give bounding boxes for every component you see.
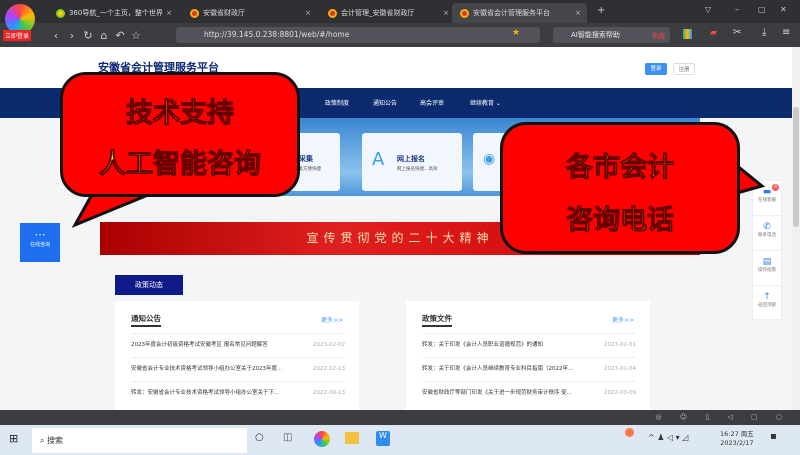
search-icon: ⌕ [40, 436, 48, 445]
notification-icon[interactable]: ▪ [770, 431, 777, 442]
clock[interactable]: 16:27 周五 2023/2/17 [720, 430, 754, 448]
left-callout: 技术支持 人工智能咨询 [60, 72, 300, 197]
taskbar-search[interactable]: ⌕ 搜索 [32, 428, 247, 453]
callout-line: 各市会计 [566, 152, 675, 184]
browser-status-bar: ◎ ☺ ▯ ◁ ▢ ○ [0, 410, 800, 425]
tray-icons[interactable]: ^ ♟ ◁ ▾ ◿ [648, 433, 688, 442]
wps-icon[interactable]: W [376, 431, 390, 446]
callout-line: 咨询电话 [566, 205, 675, 237]
callout-line: 技术支持 [126, 98, 235, 130]
time: 16:27 周五 [720, 430, 754, 438]
right-callout: 各市会计 咨询电话 [500, 122, 740, 254]
callout-line: 人工智能咨询 [99, 149, 262, 181]
tray-app-icon[interactable] [625, 428, 634, 437]
task-view-icon[interactable]: ○ [255, 432, 264, 443]
date: 2023/2/17 [720, 439, 754, 447]
browser-taskbar-icon[interactable] [314, 431, 330, 447]
file-explorer-icon[interactable] [345, 432, 359, 444]
search-label: 搜索 [47, 436, 64, 445]
windows-start-icon[interactable]: ⊞ [9, 432, 18, 445]
widgets-icon[interactable]: ◫ [283, 432, 292, 443]
taskbar: ⊞ ⌕ 搜索 ○ ◫ W ^ ♟ ◁ ▾ ◿ 16:27 周五 2023/2/17… [0, 425, 800, 455]
